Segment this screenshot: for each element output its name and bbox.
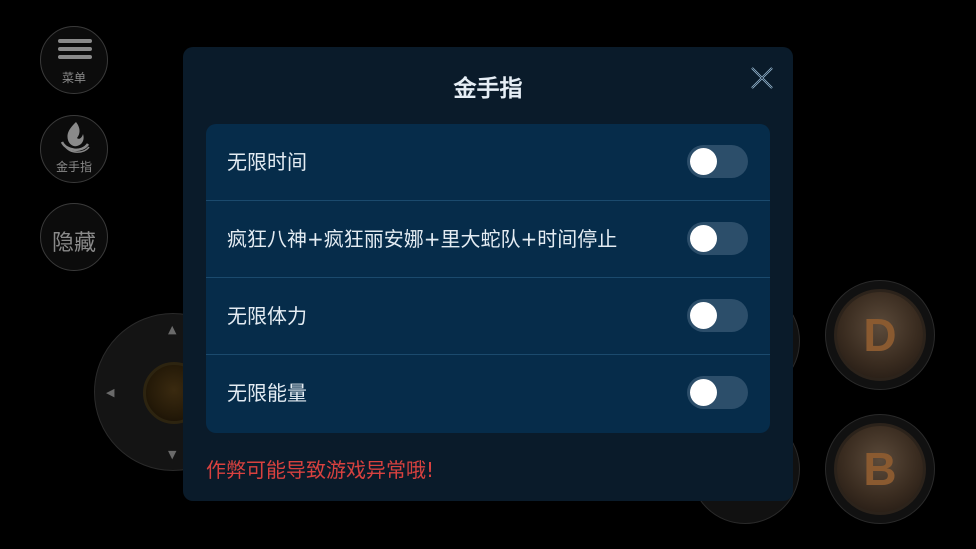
hide-button[interactable]: 隐藏	[40, 203, 108, 271]
d-label: D	[834, 289, 926, 381]
cheat-label: 疯狂八神+疯狂丽安娜+里大蛇队+时间停止	[227, 227, 618, 251]
cheat-row: 无限体力	[206, 278, 770, 355]
cheat-dialog: 金手指 无限时间 疯狂八神+疯狂丽安娜+里大蛇队+时间停止 无限体力 无限能量 …	[183, 47, 793, 501]
cheat-label: 无限时间	[227, 150, 307, 174]
menu-label: 菜单	[61, 71, 86, 85]
cheat-button[interactable]: 金手指	[40, 115, 108, 183]
arrow-down-icon: ▼	[168, 448, 177, 461]
cheat-label: 金手指	[55, 160, 92, 174]
hamburger-icon	[58, 39, 92, 63]
cheat-toggle[interactable]	[687, 222, 748, 255]
action-button-b[interactable]: B	[825, 414, 935, 524]
action-button-d[interactable]: D	[825, 280, 935, 390]
hide-label: 隐藏	[51, 231, 96, 256]
dialog-title: 金手指	[453, 76, 523, 102]
cheat-label: 无限体力	[227, 304, 307, 328]
flame-icon	[60, 122, 90, 153]
toggle-thumb	[690, 379, 717, 406]
toggle-thumb	[690, 302, 717, 329]
cheat-toggle[interactable]	[687, 376, 748, 409]
toggle-thumb	[690, 148, 717, 175]
close-icon	[751, 67, 773, 89]
menu-button[interactable]: 菜单	[40, 26, 108, 94]
cheat-row: 疯狂八神+疯狂丽安娜+里大蛇队+时间停止	[206, 201, 770, 278]
warning-text: 作弊可能导致游戏异常哦!	[206, 458, 435, 482]
arrow-up-icon: ▲	[168, 323, 177, 336]
cheat-list: 无限时间 疯狂八神+疯狂丽安娜+里大蛇队+时间停止 无限体力 无限能量	[206, 124, 770, 433]
cheat-label: 无限能量	[227, 381, 307, 405]
arrow-left-icon: ◀	[106, 386, 115, 399]
b-label: B	[834, 423, 926, 515]
cheat-toggle[interactable]	[687, 299, 748, 332]
cheat-row: 无限时间	[206, 124, 770, 201]
cheat-toggle[interactable]	[687, 145, 748, 178]
cheat-row: 无限能量	[206, 355, 770, 433]
toggle-thumb	[690, 225, 717, 252]
close-button[interactable]	[750, 66, 774, 90]
